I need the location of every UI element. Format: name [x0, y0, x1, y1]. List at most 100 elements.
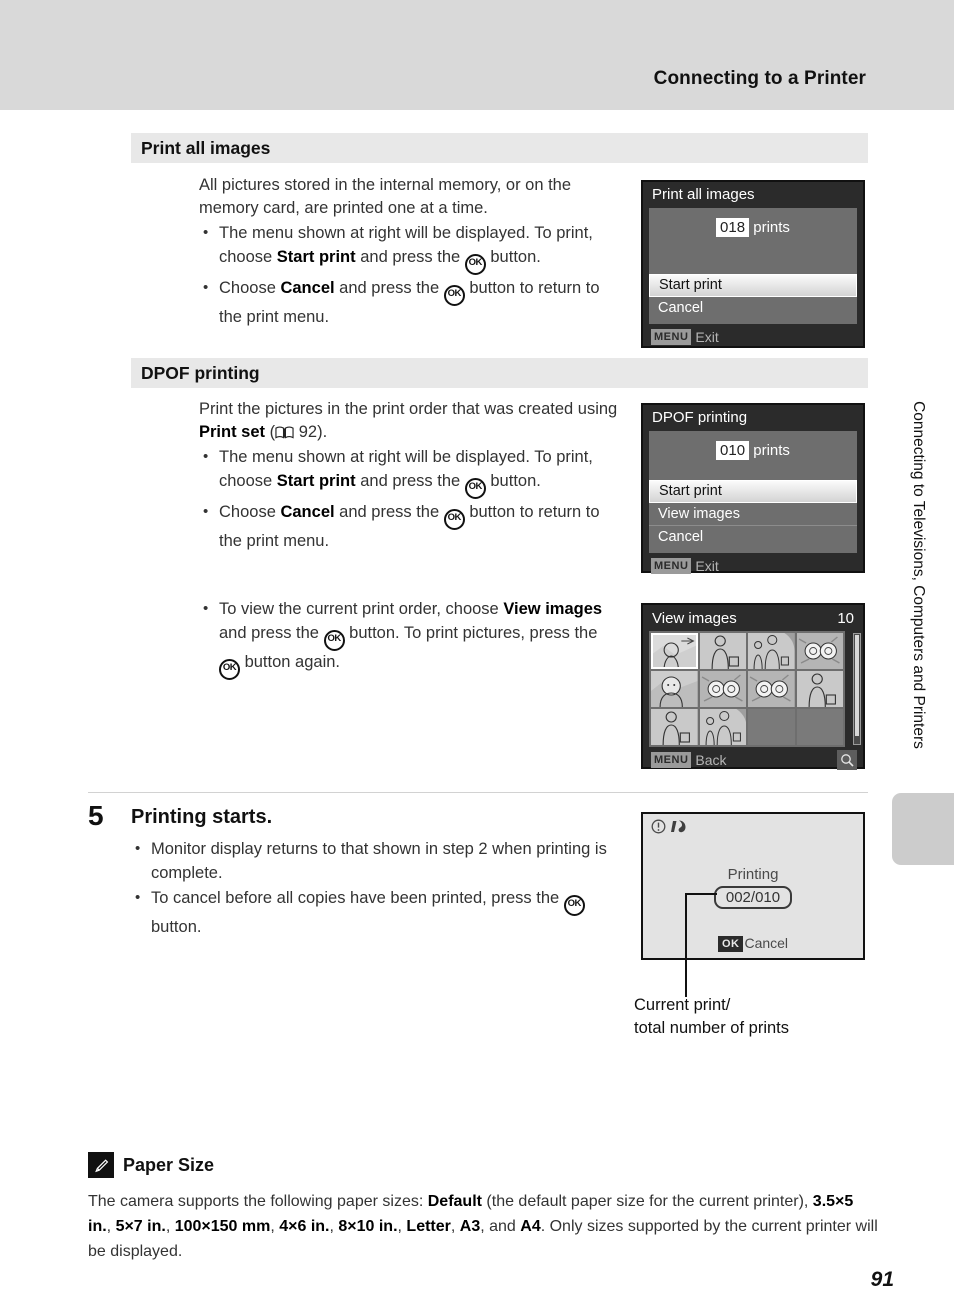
step-bullets: Monitor display returns to that shown in… [131, 836, 611, 940]
side-rail: Connecting to Televisions, Computers and… [898, 360, 938, 790]
monitor-title: Print all images [652, 186, 755, 203]
menu-item-cancel[interactable]: Cancel [649, 525, 857, 548]
monitor-title: DPOF printing [652, 409, 748, 426]
thumbnail-item-empty [796, 709, 843, 745]
menu-item-start-print[interactable]: Start print [649, 480, 857, 503]
print-all-images-lead: All pictures stored in the internal memo… [199, 176, 572, 217]
note-paper-size: Paper Size The camera supports the follo… [88, 1152, 878, 1264]
note-title: Paper Size [123, 1154, 215, 1175]
monitor-footer-label: Cancel [744, 935, 789, 951]
warning-circle-icon [651, 819, 666, 839]
monitor-body: 010 prints Start print View images Cance… [649, 431, 857, 553]
monitor-dpof-printing: DPOF printing 010 prints Start print Vie… [641, 403, 865, 574]
dpof-printing-text-block: Print the pictures in the print order th… [199, 398, 619, 553]
pencil-note-icon [88, 1152, 114, 1178]
view-images-text-block: To view the current print order, choose … [199, 596, 614, 680]
thumbnail-item[interactable] [796, 633, 843, 669]
print-all-images-text-block: All pictures stored in the internal memo… [199, 174, 619, 329]
scrollbar-thumb[interactable] [855, 635, 859, 737]
magnifier-icon[interactable] [837, 750, 857, 770]
monitor-printing: Printing 002/010 OK Cancel [641, 812, 865, 960]
printing-caption: Current print/ total number of prints [634, 994, 874, 1040]
prints-count-value: 010 [716, 441, 750, 460]
prints-count-label: prints [753, 442, 790, 459]
caption-line-2: total number of prints [634, 1019, 789, 1037]
list-item: Choose Cancel and press the OK button to… [199, 276, 619, 330]
printing-label: Printing [727, 866, 779, 883]
monitor-footer-label: Exit [695, 329, 719, 345]
thumbnail-scrollbar[interactable] [853, 633, 861, 745]
monitor-title: View images [652, 609, 737, 627]
prints-count-row: 010 prints [649, 431, 857, 471]
menu-button-badge: MENU [651, 752, 692, 768]
motion-blur-icon [671, 819, 688, 839]
monitor-body: 018 prints Start print Cancel [649, 208, 857, 324]
section-heading-dpof-printing: DPOF printing [131, 358, 868, 388]
ok-button-icon: OK [323, 629, 345, 651]
book-reference-icon [275, 423, 294, 439]
list-item: To cancel before all copies have been pr… [131, 886, 611, 940]
menu-item-start-print[interactable]: Start print [649, 274, 857, 297]
list-item: The menu shown at right will be displaye… [199, 445, 619, 499]
page-number: 91 [870, 1268, 894, 1291]
ok-button-icon: OK [443, 508, 465, 530]
image-count: 10 [837, 609, 854, 627]
thumbnail-item[interactable] [748, 633, 795, 669]
menu-item-view-images[interactable]: View images [649, 503, 857, 525]
printing-count: 002/010 [713, 886, 793, 909]
thumbnail-item[interactable] [796, 671, 843, 707]
monitor-header: View images 10 [643, 605, 863, 631]
chapter-vertical-label: Connecting to Televisions, Computers and… [910, 401, 927, 749]
monitor-footer-label: Exit [695, 558, 719, 574]
prints-count-label: prints [753, 219, 790, 236]
thumbnail-item-empty [748, 709, 795, 745]
thumbnail-item[interactable] [651, 671, 698, 707]
monitor-footer: MENU Exit [643, 324, 863, 350]
note-body: The camera supports the following paper … [88, 1193, 878, 1260]
thumbnail-item[interactable] [651, 709, 698, 745]
page-header: Connecting to a Printer [0, 0, 954, 110]
thumbnail-item[interactable] [651, 633, 698, 669]
prints-count-row: 018 prints [649, 208, 857, 248]
ok-button-badge: OK [717, 936, 744, 952]
monitor-footer: MENU Back [643, 747, 863, 773]
menu-item-cancel[interactable]: Cancel [649, 297, 857, 319]
ok-button-icon: OK [464, 253, 486, 275]
monitor-view-images: View images 10 MENU Back [641, 603, 865, 770]
list-item: The menu shown at right will be displaye… [199, 221, 619, 275]
dpof-printing-lead: Print the pictures in the print order th… [199, 400, 618, 441]
ok-button-icon: OK [563, 895, 585, 916]
menu-button-badge: MENU [651, 329, 692, 345]
thumbnail-item[interactable] [699, 671, 746, 707]
printing-status: Printing 002/010 [643, 866, 863, 909]
step-number: 5 [88, 800, 104, 831]
thumbnail-grid[interactable] [649, 631, 845, 747]
monitor-status-icons [651, 819, 688, 839]
ok-button-icon: OK [219, 658, 240, 680]
list-item: To view the current print order, choose … [199, 597, 614, 680]
ok-button-icon: OK [464, 477, 486, 499]
list-item: Monitor display returns to that shown in… [131, 837, 611, 885]
monitor-footer: MENU Exit [643, 553, 863, 579]
thumbnail-item[interactable] [748, 671, 795, 707]
thumbnail-item[interactable] [699, 709, 746, 745]
monitor-footer-label: Back [695, 752, 727, 768]
caption-line-1: Current print/ [634, 996, 731, 1014]
page-title: Connecting to a Printer [653, 68, 866, 89]
section-heading-print-all-images: Print all images [131, 133, 868, 163]
caption-leader-line-vertical [685, 893, 687, 997]
prints-count-value: 018 [716, 218, 750, 237]
monitor-print-all-images: Print all images 018 prints Start print … [641, 180, 865, 348]
step-title: Printing starts. [131, 806, 273, 828]
note-header: Paper Size [88, 1152, 878, 1178]
chapter-tab-marker [892, 793, 954, 865]
thumbnail-item[interactable] [699, 633, 746, 669]
ok-button-icon: OK [443, 284, 465, 306]
print-all-images-bullets: The menu shown at right will be displaye… [199, 221, 619, 330]
caption-leader-line-horizontal [685, 893, 717, 895]
monitor-footer: OK Cancel [643, 935, 863, 952]
list-item: Choose Cancel and press the OK button to… [199, 500, 619, 554]
dpof-printing-bullets: The menu shown at right will be displaye… [199, 445, 619, 554]
